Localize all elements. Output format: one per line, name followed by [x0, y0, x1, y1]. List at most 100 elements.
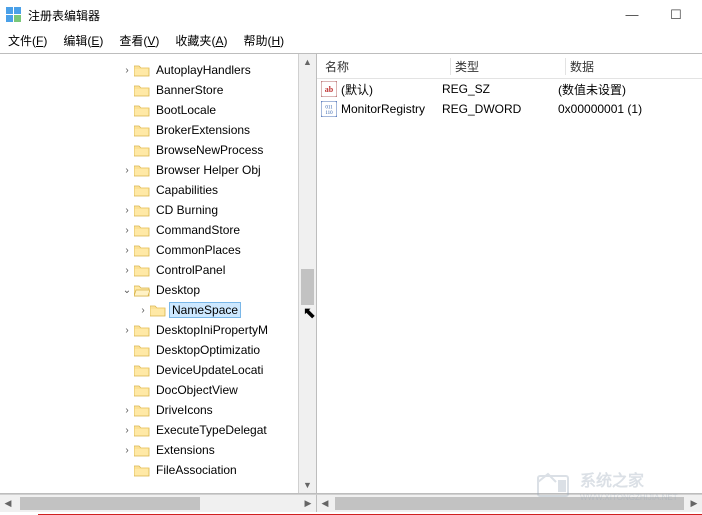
menubar: 文件(F) 编辑(E) 查看(V) 收藏夹(A) 帮助(H) — [0, 30, 702, 54]
chevron-right-icon[interactable]: › — [120, 325, 134, 336]
chevron-right-icon[interactable]: › — [120, 225, 134, 236]
chevron-right-icon[interactable]: › — [120, 65, 134, 76]
tree-vertical-scrollbar[interactable]: ▲ ▼ — [298, 54, 316, 493]
tree-item-label: Extensions — [154, 443, 217, 457]
tree-item-label: NameSpace — [170, 303, 240, 317]
folder-open-icon — [134, 284, 150, 297]
scroll-thumb[interactable] — [301, 269, 314, 305]
tree-item[interactable]: BannerStore — [120, 80, 298, 100]
folder-icon — [134, 344, 150, 357]
tree-item[interactable]: › CommandStore — [120, 220, 298, 240]
scroll-left-icon[interactable]: ◀ — [0, 498, 16, 509]
folder-icon — [134, 384, 150, 397]
folder-icon — [134, 164, 150, 177]
tree-item[interactable]: › ControlPanel — [120, 260, 298, 280]
value-name: (默认) — [341, 81, 373, 98]
chevron-right-icon[interactable]: › — [120, 405, 134, 416]
tree-item[interactable]: › DriveIcons — [120, 400, 298, 420]
tree-item[interactable]: › NameSpace — [120, 300, 298, 320]
tree-item-label: DriveIcons — [154, 403, 215, 417]
horizontal-scrollbars: ◀ ▶ ◀ ▶ — [0, 494, 702, 512]
tree-item[interactable]: ⌄ Desktop — [120, 280, 298, 300]
chevron-right-icon[interactable]: › — [120, 205, 134, 216]
tree-item[interactable]: BrokerExtensions — [120, 120, 298, 140]
tree-item-label: ExecuteTypeDelegat — [154, 423, 269, 437]
list-header: 名称 类型 数据 — [317, 54, 702, 79]
tree-item[interactable]: › CommonPlaces — [120, 240, 298, 260]
chevron-right-icon[interactable]: › — [120, 245, 134, 256]
menu-file[interactable]: 文件(F) — [8, 32, 47, 49]
tree-item[interactable]: DocObjectView — [120, 380, 298, 400]
chevron-right-icon[interactable]: › — [136, 305, 150, 316]
scroll-down-icon[interactable]: ▼ — [303, 477, 312, 493]
chevron-right-icon[interactable]: › — [120, 445, 134, 456]
maximize-button[interactable]: ☐ — [668, 7, 684, 23]
tree-item-label: BootLocale — [154, 103, 218, 117]
tree-item-label: DesktopIniPropertyM — [154, 323, 270, 337]
scroll-right-icon[interactable]: ▶ — [686, 498, 702, 509]
tree-item[interactable]: FileAssociation — [120, 460, 298, 480]
tree-item-label: FileAssociation — [154, 463, 239, 477]
folder-icon — [134, 64, 150, 77]
tree-item-label: Capabilities — [154, 183, 220, 197]
tree-item[interactable]: › ExecuteTypeDelegat — [120, 420, 298, 440]
tree-item-label: CommandStore — [154, 223, 242, 237]
tree-item-label: DeviceUpdateLocati — [154, 363, 265, 377]
tree-item-label: AutoplayHandlers — [154, 63, 253, 77]
tree-item-label: Desktop — [154, 283, 202, 297]
tree-item[interactable]: Capabilities — [120, 180, 298, 200]
tree-item[interactable]: › Extensions — [120, 440, 298, 460]
app-icon — [6, 7, 22, 23]
list-row[interactable]: (默认)REG_SZ(数值未设置) — [317, 79, 702, 99]
chevron-right-icon[interactable]: › — [120, 265, 134, 276]
folder-icon — [134, 424, 150, 437]
tree-item[interactable]: › CD Burning — [120, 200, 298, 220]
value-type: REG_DWORD — [438, 102, 554, 116]
tree-item[interactable]: DesktopOptimizatio — [120, 340, 298, 360]
value-data: 0x00000001 (1) — [554, 102, 702, 116]
tree-item-label: DocObjectView — [154, 383, 240, 397]
value-data: (数值未设置) — [554, 81, 702, 98]
menu-edit[interactable]: 编辑(E) — [63, 32, 103, 49]
tree-item[interactable]: › DesktopIniPropertyM — [120, 320, 298, 340]
menu-favorites[interactable]: 收藏夹(A) — [175, 32, 227, 49]
minimize-button[interactable]: — — [624, 7, 640, 23]
list-horizontal-scrollbar[interactable]: ◀ ▶ — [317, 494, 702, 512]
tree-item[interactable]: BootLocale — [120, 100, 298, 120]
scroll-up-icon[interactable]: ▲ — [303, 54, 312, 70]
tree-item[interactable]: DeviceUpdateLocati — [120, 360, 298, 380]
reg-dword-icon — [321, 101, 337, 117]
tree-horizontal-scrollbar[interactable]: ◀ ▶ — [0, 494, 317, 512]
chevron-right-icon[interactable]: › — [120, 425, 134, 436]
chevron-right-icon[interactable]: › — [120, 165, 134, 176]
tree-item-label: CD Burning — [154, 203, 220, 217]
scroll-right-icon[interactable]: ▶ — [300, 498, 316, 509]
scroll-left-icon[interactable]: ◀ — [317, 498, 333, 509]
scroll-thumb[interactable] — [335, 497, 684, 510]
list-body[interactable]: (默认)REG_SZ(数值未设置) MonitorRegistry REG_DWOR… — [317, 79, 702, 119]
folder-icon — [134, 124, 150, 137]
column-header-name[interactable]: 名称 — [317, 58, 451, 75]
value-name: MonitorRegistry — [341, 102, 425, 116]
column-header-type[interactable]: 类型 — [451, 58, 566, 75]
tree-item-label: ControlPanel — [154, 263, 227, 277]
tree-item[interactable]: ›Browser Helper Obj — [120, 160, 298, 180]
folder-icon — [134, 224, 150, 237]
tree-pane: › AutoplayHandlers BannerStore BootLocale Br… — [0, 54, 317, 493]
tree-item-label: BrokerExtensions — [154, 123, 252, 137]
titlebar: 注册表编辑器 — ☐ — [0, 0, 702, 30]
scroll-thumb[interactable] — [20, 497, 200, 510]
column-header-data[interactable]: 数据 — [566, 58, 702, 75]
folder-icon — [134, 184, 150, 197]
menu-view[interactable]: 查看(V) — [119, 32, 159, 49]
chevron-down-icon[interactable]: ⌄ — [120, 285, 134, 296]
tree-item-label: CommonPlaces — [154, 243, 243, 257]
tree-item-label: DesktopOptimizatio — [154, 343, 262, 357]
list-row[interactable]: MonitorRegistry REG_DWORD0x00000001 (1) — [317, 99, 702, 119]
folder-icon — [150, 304, 166, 317]
menu-help[interactable]: 帮助(H) — [243, 32, 284, 49]
tree-item-label: BannerStore — [154, 83, 225, 97]
tree-item[interactable]: › AutoplayHandlers — [120, 60, 298, 80]
tree-view[interactable]: › AutoplayHandlers BannerStore BootLocale Br… — [0, 54, 298, 493]
tree-item[interactable]: BrowseNewProcess — [120, 140, 298, 160]
